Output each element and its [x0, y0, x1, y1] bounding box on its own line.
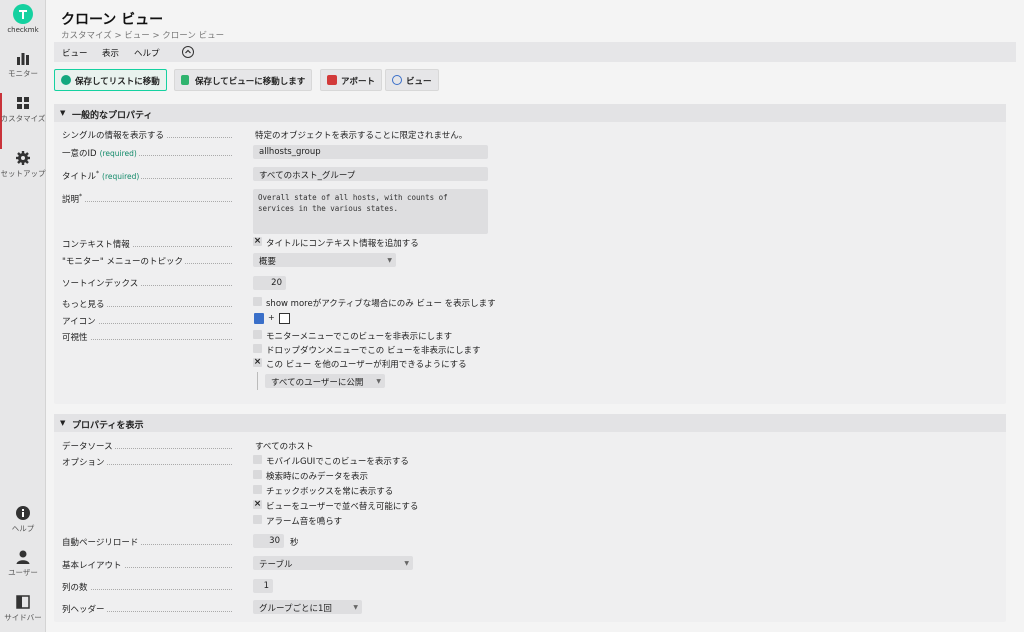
nav-help[interactable]: ヘルプ	[0, 505, 46, 534]
gear-icon	[16, 151, 30, 165]
view-button[interactable]: ビュー	[385, 69, 439, 91]
document-icon	[181, 75, 189, 85]
breadcrumb: カスタマイズ > ビュー > クローン ビュー	[61, 31, 225, 41]
nav-user[interactable]: ユーザー	[0, 549, 46, 578]
publish-select[interactable]: すべてのユーザーに公開 ▼	[265, 374, 385, 388]
alarm-sound-checkbox[interactable]: アラーム音を鳴らす	[253, 515, 342, 527]
brand-name: checkmk	[7, 26, 39, 34]
datasource-label: データソース	[62, 440, 232, 452]
nav-sidebar-label: サイドバー	[4, 613, 42, 622]
checked-icon: ×	[253, 357, 262, 367]
abort-button[interactable]: アボート	[320, 69, 383, 91]
abort-label: アボート	[341, 77, 376, 87]
topic-select[interactable]: 概要 ▼	[253, 253, 396, 267]
reload-unit: 秒	[290, 538, 299, 548]
display-section-header[interactable]: プロパティを表示	[54, 414, 1006, 432]
id-field[interactable]: allhosts_group	[253, 145, 488, 159]
mobile-gui-checkbox[interactable]: モバイルGUIでこのビューを表示する	[253, 455, 409, 467]
user-sortable-checkbox[interactable]: × ビューをユーザーで並べ替え可能にする	[253, 500, 418, 512]
menubar: ビュー 表示 ヘルプ	[54, 42, 1016, 62]
id-label: 一意のID (required)	[62, 147, 232, 159]
share-checkbox[interactable]: × この ビュー を他のユーザーが利用できるようにする	[253, 358, 467, 370]
general-section-header[interactable]: 一般的なプロパティ	[54, 104, 1006, 122]
nav-user-label: ユーザー	[8, 568, 38, 577]
page-title: クローン ビュー	[61, 12, 164, 28]
nav-monitor[interactable]: モニター	[0, 50, 46, 79]
chevron-down-icon: ▼	[404, 560, 409, 567]
icon-label: アイコン	[62, 315, 232, 327]
show-more-checkbox[interactable]: show moreがアクティブな場合にのみ ビュー を表示します	[253, 297, 496, 309]
save-list-label: 保存してリストに移動	[75, 77, 160, 87]
hide-dropdown-checkbox[interactable]: ドロップダウンメニューでこの ビューを非表示にします	[253, 344, 480, 356]
search-only-checkbox[interactable]: 検索時にのみデータを表示	[253, 470, 368, 482]
reload-label: 自動ページリロード	[62, 536, 232, 548]
view-icon	[392, 75, 402, 85]
save-list-button[interactable]: 保存してリストに移動	[54, 69, 167, 91]
main-content: クローン ビュー カスタマイズ > ビュー > クローン ビュー ビュー 表示 …	[46, 0, 1024, 632]
bar-chart-icon	[17, 53, 29, 65]
checkmk-logo[interactable]: checkmk	[0, 4, 46, 34]
user-icon	[16, 550, 30, 564]
menu-display[interactable]: 表示	[102, 47, 119, 59]
always-checkbox-checkbox[interactable]: チェックボックスを常に表示する	[253, 485, 393, 497]
columns-label: 列の数	[62, 581, 232, 593]
menu-view[interactable]: ビュー	[62, 47, 88, 59]
close-icon	[327, 75, 337, 85]
sidebar-icon	[16, 595, 30, 609]
description-field[interactable]: Overall state of all hosts, with counts …	[253, 189, 488, 234]
view-label: ビュー	[406, 77, 432, 87]
topic-label: "モニター" メニューのトピック	[62, 255, 232, 267]
logo-icon	[13, 4, 33, 24]
nav-setup[interactable]: セットアップ	[0, 150, 46, 179]
icon-picker-icon[interactable]	[254, 313, 264, 324]
layout-label: 基本レイアウト	[62, 559, 232, 571]
nav-customize[interactable]: カスタマイズ	[0, 95, 46, 124]
context-label: コンテキスト情報	[62, 238, 232, 250]
general-properties-section: 一般的なプロパティ シングルの情報を表示する 特定のオブジェクトを表示することに…	[54, 104, 1006, 404]
column-header-label: 列ヘッダー	[62, 603, 232, 615]
title-field[interactable]: すべてのホスト_グループ	[253, 167, 488, 181]
context-checkbox[interactable]: × タイトルにコンテキスト情報を追加する	[253, 237, 419, 249]
single-info-value: 特定のオブジェクトを表示することに限定されません。	[255, 131, 468, 141]
save-view-button[interactable]: 保存してビューに移動します	[174, 69, 313, 91]
single-info-label: シングルの情報を表示する	[62, 129, 232, 141]
info-icon	[16, 506, 30, 520]
sort-index-field[interactable]: 20	[253, 276, 286, 290]
check-icon	[61, 75, 71, 85]
nav-sidebar[interactable]: サイドバー	[0, 594, 46, 623]
hide-monitor-checkbox[interactable]: モニターメニューでこのビューを非表示にします	[253, 330, 452, 342]
column-header-select[interactable]: グループごとに1回 ▼	[253, 600, 362, 614]
show-more-label: もっと見る	[62, 298, 232, 310]
options-label: オプション	[62, 456, 232, 468]
chevron-down-icon: ▼	[387, 257, 392, 264]
save-view-label: 保存してビューに移動します	[195, 77, 306, 87]
nav-customize-label: カスタマイズ	[0, 114, 46, 123]
chevron-down-icon: ▼	[353, 604, 358, 611]
nav-setup-label: セットアップ	[0, 169, 46, 178]
layout-select[interactable]: テーブル ▼	[253, 556, 413, 570]
title-label: タイトル* (required)	[62, 170, 232, 182]
checked-icon: ×	[253, 236, 262, 246]
reload-field[interactable]: 30	[253, 534, 284, 548]
checked-icon: ×	[253, 499, 262, 509]
datasource-value: すべてのホスト	[255, 442, 314, 452]
sidebar: checkmk モニター カスタマイズ セットアップ ヘルプ ユーザー サイドバ…	[0, 0, 46, 632]
sort-index-label: ソートインデックス	[62, 277, 232, 289]
nav-help-label: ヘルプ	[11, 524, 35, 533]
collapse-toggle-icon[interactable]	[182, 46, 194, 58]
chevron-down-icon: ▼	[376, 378, 381, 385]
emblem-picker-box[interactable]	[279, 313, 290, 324]
nav-monitor-label: モニター	[8, 69, 38, 78]
indent-divider	[257, 372, 258, 390]
menu-help[interactable]: ヘルプ	[134, 47, 160, 59]
icon-plus: +	[268, 313, 275, 322]
description-label: 説明*	[62, 193, 232, 205]
grid-icon	[17, 97, 29, 109]
display-properties-section: プロパティを表示 データソース すべてのホスト オプション モバイルGUIでこの…	[54, 414, 1006, 622]
unchecked-box	[253, 297, 262, 306]
visibility-label: 可視性	[62, 331, 232, 343]
columns-field[interactable]: 1	[253, 579, 273, 593]
